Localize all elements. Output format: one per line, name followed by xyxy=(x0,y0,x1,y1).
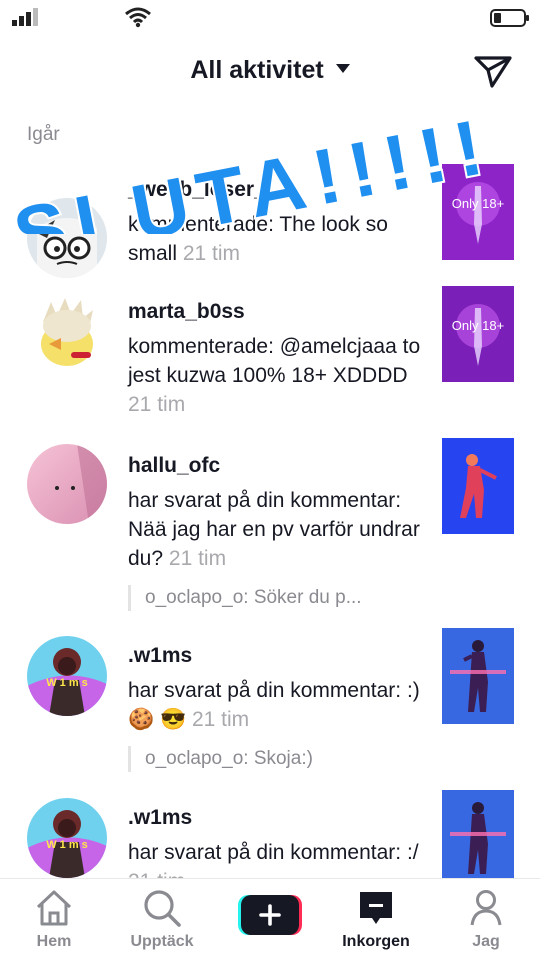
timestamp: 21 tim xyxy=(182,242,241,265)
avatar[interactable] xyxy=(27,444,107,524)
activity-text: _weeb_loser_ kommenterade: The look so s… xyxy=(128,176,423,268)
activity-text: .w1ms har svarat på din kommentar: :/ 21… xyxy=(128,804,423,878)
activity-message: har svarat på din kommentar: :/ 21 tim xyxy=(128,838,423,878)
username[interactable]: .w1ms xyxy=(128,804,423,832)
wifi-icon xyxy=(125,7,151,28)
status-bar xyxy=(0,0,540,36)
activity-text: .w1ms har svarat på din kommentar: :)🍪 😎… xyxy=(128,642,423,772)
username[interactable]: .w1ms xyxy=(128,642,423,670)
nav-home[interactable]: Hem xyxy=(4,887,104,951)
activity-message: har svarat på din kommentar: :)🍪 😎 21 ti… xyxy=(128,679,420,731)
reply-preview[interactable]: o_oclapo_o: Skoja:) xyxy=(128,746,423,772)
video-thumbnail[interactable] xyxy=(442,438,514,534)
svg-text:W 1 m s: W 1 m s xyxy=(46,677,88,689)
avatar[interactable] xyxy=(27,292,107,372)
video-thumbnail[interactable]: Only 18+ xyxy=(442,286,514,382)
activity-filter-dropdown[interactable]: All aktivitet xyxy=(0,56,540,85)
timestamp: 21 tim xyxy=(128,393,186,416)
username[interactable]: hallu_ofc xyxy=(128,452,423,480)
activity-text: hallu_ofc har svarat på din kommentar: N… xyxy=(128,452,423,611)
video-thumbnail[interactable] xyxy=(442,628,514,724)
nav-inbox-label: Inkorgen xyxy=(342,933,410,950)
video-thumbnail[interactable] xyxy=(442,790,514,878)
timestamp: 21 tim xyxy=(168,547,227,570)
timestamp: 21 tim xyxy=(128,870,185,878)
activity-message: kommenterade: The look so small 21 tim xyxy=(128,213,388,265)
activity-feed[interactable]: Igår _weeb_loser_ kommenterade: The look… xyxy=(0,110,540,878)
nav-inbox[interactable]: Inkorgen xyxy=(326,887,426,951)
activity-message: kommenterade: @amelcjaaa to jest kuzwa 1… xyxy=(128,335,421,416)
signal-icon xyxy=(12,8,38,26)
nav-discover[interactable]: Upptäck xyxy=(112,887,212,951)
svg-text:W 1 m s: W 1 m s xyxy=(46,839,88,851)
battery-icon xyxy=(490,9,529,27)
avatar[interactable]: W 1 m s xyxy=(27,636,107,716)
avatar[interactable]: W 1 m s xyxy=(27,798,107,878)
reply-preview[interactable]: o_oclapo_o: Söker du p... xyxy=(128,585,423,611)
search-icon xyxy=(144,890,181,927)
inbox-icon xyxy=(360,892,392,924)
avatar[interactable] xyxy=(27,198,107,278)
activity-message: har svarat på din kommentar: Nää jag har… xyxy=(128,489,420,570)
username[interactable]: marta_b0ss xyxy=(128,298,423,326)
caret-down-icon xyxy=(335,63,350,73)
nav-discover-label: Upptäck xyxy=(130,933,194,950)
activity-text: marta_b0ss kommenterade: @amelcjaaa to j… xyxy=(128,298,423,419)
thumbnail-caption: Only 18+ xyxy=(452,196,504,211)
nav-profile[interactable]: Jag xyxy=(436,887,536,951)
profile-icon xyxy=(470,890,502,926)
nav-profile-label: Jag xyxy=(472,933,500,950)
timestamp: 21 tim xyxy=(191,708,250,731)
direct-message-icon[interactable] xyxy=(472,52,514,90)
page-title: All aktivitet xyxy=(190,56,324,84)
bottom-nav: Hem Upptäck Inkorgen Jag xyxy=(0,878,540,960)
thumbnail-caption: Only 18+ xyxy=(452,318,504,333)
header: All aktivitet xyxy=(0,40,540,102)
section-label-yesterday: Igår xyxy=(27,124,60,145)
username[interactable]: _weeb_loser_ xyxy=(128,176,423,204)
create-video-button[interactable] xyxy=(238,895,302,935)
nav-home-label: Hem xyxy=(36,933,72,950)
video-thumbnail[interactable]: Only 18+ xyxy=(442,164,514,260)
home-icon xyxy=(36,890,72,926)
